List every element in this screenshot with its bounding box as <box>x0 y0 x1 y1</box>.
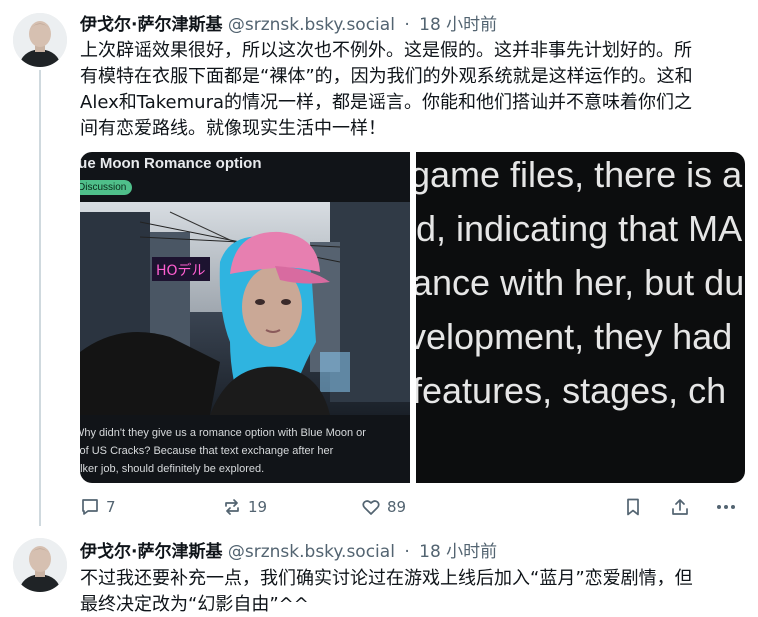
post-text: 上次辟谣效果很好，所以这次也不例外。这是假的。这并非事先计划好的。所 有模特在衣… <box>80 40 693 139</box>
neon-sign-text: HOデル <box>156 262 206 279</box>
heart-icon <box>362 500 380 515</box>
game-screenshot-scene: HOデル <box>80 202 410 415</box>
reply-icon <box>82 499 98 515</box>
repost-count: 19 <box>248 498 268 516</box>
author-name[interactable]: 伊戈尔·萨尔津斯基 <box>80 542 222 562</box>
post[interactable]: 伊戈尔·萨尔津斯基 @srznsk.bsky.social · 18 小时前 不… <box>0 526 758 617</box>
avatar[interactable] <box>13 538 67 592</box>
media-image-text-zoom[interactable]: game files, there is a d, indicating tha… <box>416 152 745 483</box>
zoomed-text-line: d, indicating that MA <box>416 208 743 249</box>
bookmark-icon <box>627 498 639 516</box>
reply-count: 7 <box>106 498 116 516</box>
post-timestamp[interactable]: 18 小时前 <box>419 542 497 562</box>
author-handle[interactable]: @srznsk.bsky.social <box>228 542 395 562</box>
zoomed-text-line: features, stages, ch <box>416 370 727 411</box>
zoomed-text-line: ance with her, but du <box>416 262 745 303</box>
share-icon <box>672 499 688 515</box>
separator-dot: · <box>404 15 410 35</box>
post-header: 伊戈尔·萨尔津斯基 @srznsk.bsky.social · 18 小时前 <box>80 10 497 35</box>
zoomed-text-line: game files, there is a <box>416 154 743 195</box>
discussion-flair: Discussion <box>80 180 133 195</box>
media-image-reddit-post[interactable]: lue Moon Romance option Discussion HOデル … <box>80 152 410 483</box>
author-name[interactable]: 伊戈尔·萨尔津斯基 <box>80 15 222 35</box>
zoomed-text-line: velopment, they had <box>416 316 733 357</box>
bookmark-button[interactable] <box>623 497 643 517</box>
post-actions: 7 19 89 <box>80 497 745 523</box>
repost-icon <box>225 499 239 515</box>
more-options-button[interactable] <box>715 497 737 517</box>
more-icon <box>717 505 735 509</box>
reddit-post-title: lue Moon Romance option <box>80 155 262 172</box>
reply-button[interactable]: 7 <box>80 497 116 517</box>
post-media[interactable]: lue Moon Romance option Discussion HOデル … <box>80 152 745 483</box>
post[interactable]: 伊戈尔·萨尔津斯基 @srznsk.bsky.social · 18 小时前 上… <box>0 0 758 526</box>
share-button[interactable] <box>670 497 690 517</box>
author-handle[interactable]: @srznsk.bsky.social <box>228 15 395 35</box>
post-header: 伊戈尔·萨尔津斯基 @srznsk.bsky.social · 18 小时前 <box>80 537 497 562</box>
avatar[interactable] <box>13 13 67 67</box>
reddit-post-body: Why didn't they give us a romance option… <box>80 427 366 475</box>
like-button[interactable]: 89 <box>361 497 406 517</box>
post-timestamp[interactable]: 18 小时前 <box>419 15 497 35</box>
post-text: 不过我还要补充一点，我们确实讨论过在游戏上线后加入“蓝月”恋爱剧情，但 最终决定… <box>80 568 693 615</box>
like-count: 89 <box>387 498 407 516</box>
repost-button[interactable]: 19 <box>222 497 267 517</box>
separator-dot: · <box>404 542 410 562</box>
